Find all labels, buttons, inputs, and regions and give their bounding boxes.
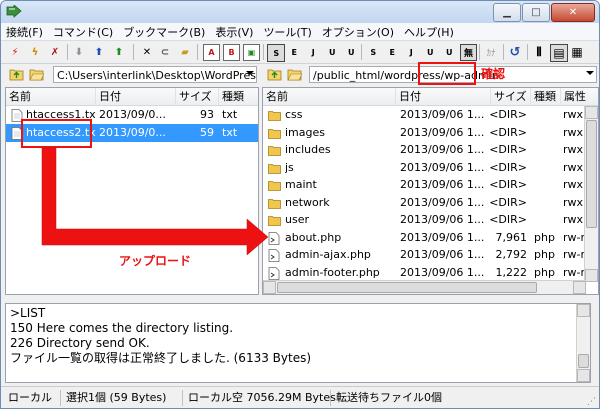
upload-annotation: アップロード [119,254,192,268]
upload-arrow-icon [41,147,269,256]
upload-arrow-overlay [41,147,269,256]
